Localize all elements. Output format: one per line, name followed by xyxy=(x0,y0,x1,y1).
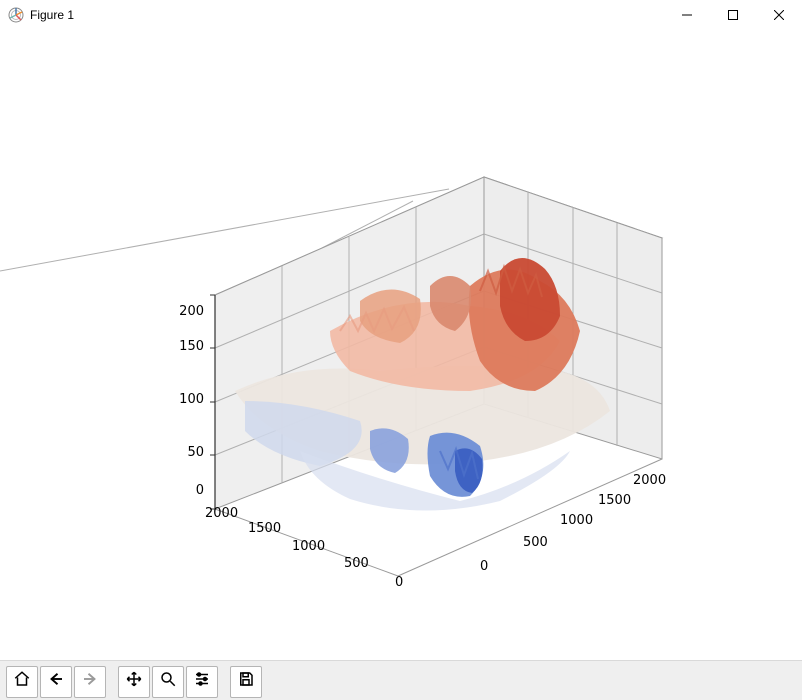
y-tick-2000: 2000 xyxy=(633,473,666,488)
save-icon xyxy=(237,670,255,693)
back-button[interactable] xyxy=(40,666,72,698)
window-titlebar: Figure 1 xyxy=(0,0,802,31)
save-button[interactable] xyxy=(230,666,262,698)
pan-button[interactable] xyxy=(118,666,150,698)
move-icon xyxy=(125,670,143,693)
y-tick-1000: 1000 xyxy=(560,513,593,528)
x-tick-0: 0 xyxy=(395,575,403,590)
figure-canvas-area[interactable]: 0 50 100 150 200 0 500 1000 1500 2000 0 … xyxy=(0,31,802,660)
y-tick-1500: 1500 xyxy=(598,493,631,508)
z-tick-150: 150 xyxy=(172,339,204,354)
x-tick-1500: 1500 xyxy=(248,521,281,536)
z-tick-100: 100 xyxy=(172,392,204,407)
nav-toolbar xyxy=(0,660,802,700)
minimize-button[interactable] xyxy=(664,0,710,30)
arrow-right-icon xyxy=(81,670,99,693)
close-button[interactable] xyxy=(756,0,802,30)
forward-button[interactable] xyxy=(74,666,106,698)
z-tick-50: 50 xyxy=(180,445,204,460)
z-tick-200: 200 xyxy=(172,304,204,319)
home-icon xyxy=(13,670,31,693)
x-tick-2000: 2000 xyxy=(205,506,238,521)
zoom-button[interactable] xyxy=(152,666,184,698)
x-tick-500: 500 xyxy=(344,556,369,571)
window-title: Figure 1 xyxy=(30,8,74,22)
configure-subplots-button[interactable] xyxy=(186,666,218,698)
z-tick-0: 0 xyxy=(190,483,204,498)
sliders-icon xyxy=(193,670,211,693)
home-button[interactable] xyxy=(6,666,38,698)
arrow-left-icon xyxy=(47,670,65,693)
maximize-button[interactable] xyxy=(710,0,756,30)
y-tick-500: 500 xyxy=(523,535,548,550)
surface3d-plot xyxy=(0,31,802,660)
x-tick-1000: 1000 xyxy=(292,539,325,554)
zoom-icon xyxy=(159,670,177,693)
y-tick-0: 0 xyxy=(480,559,488,574)
matplotlib-icon xyxy=(8,7,24,23)
